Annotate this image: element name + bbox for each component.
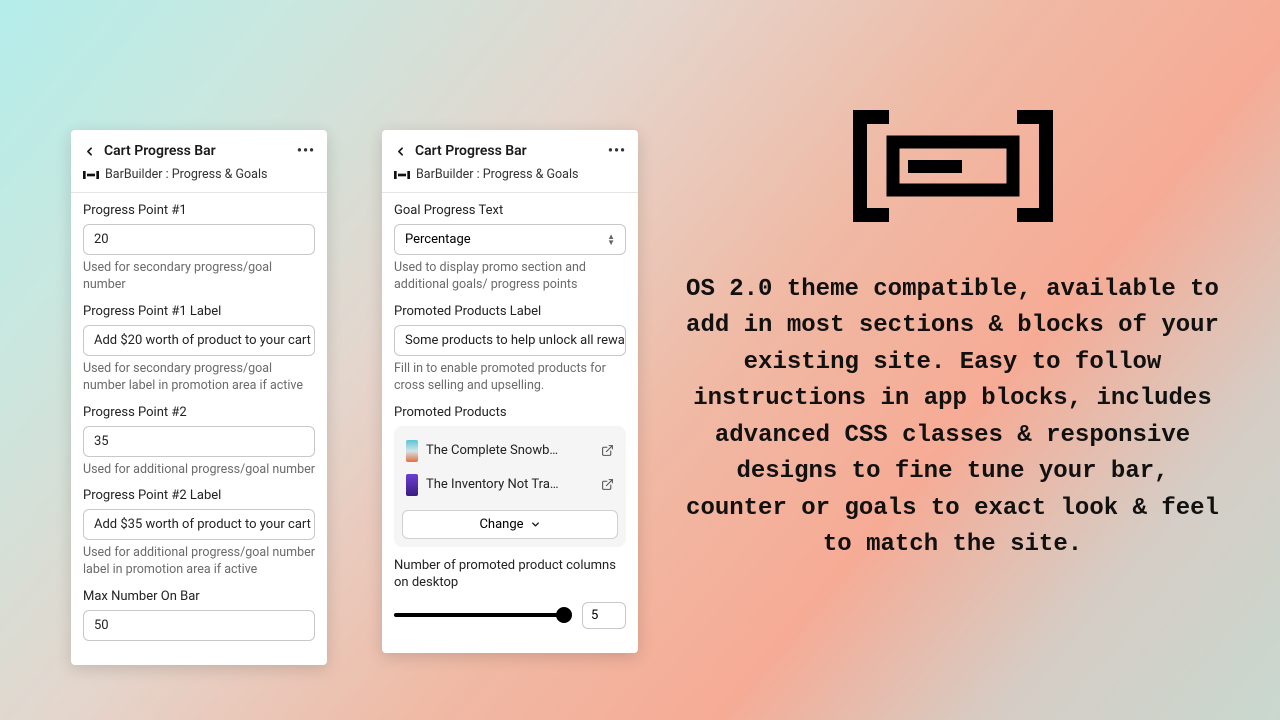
- more-icon[interactable]: •••: [608, 143, 626, 159]
- panel-header: Cart Progress Bar •••: [382, 130, 638, 165]
- progress-point-1-label-help: Used for secondary progress/goal number …: [83, 361, 315, 395]
- max-number-on-bar-label: Max Number On Bar: [83, 589, 315, 604]
- app-badge-icon: [394, 169, 410, 181]
- panel-subtitle: BarBuilder : Progress & Goals: [382, 165, 638, 192]
- columns-slider-row: 5: [394, 602, 626, 629]
- promoted-products-label: Promoted Products: [394, 405, 626, 420]
- product-name: The Complete Snowb…: [426, 443, 593, 458]
- progress-point-2-label: Progress Point #2: [83, 405, 315, 420]
- settings-panel-promoted-products: Cart Progress Bar ••• BarBuilder : Progr…: [382, 130, 638, 653]
- external-link-icon[interactable]: [601, 478, 614, 491]
- change-button-label: Change: [479, 517, 523, 532]
- progress-point-1-input[interactable]: 20: [83, 224, 315, 255]
- progress-point-1-help: Used for secondary progress/goal number: [83, 260, 315, 294]
- panel-header: Cart Progress Bar •••: [71, 130, 327, 165]
- progress-point-2-label-input[interactable]: Add $35 worth of product to your cart t: [83, 509, 315, 540]
- divider: [71, 192, 327, 193]
- goal-progress-text-label: Goal Progress Text: [394, 203, 626, 218]
- columns-label: Number of promoted product columns on de…: [394, 557, 626, 592]
- goal-progress-text-select[interactable]: Percentage ▲▼: [394, 224, 626, 255]
- columns-slider[interactable]: [394, 613, 570, 617]
- promoted-products-label-input[interactable]: Some products to help unlock all reward: [394, 325, 626, 356]
- back-icon[interactable]: [394, 145, 407, 158]
- panel-title: Cart Progress Bar: [104, 143, 297, 159]
- product-row[interactable]: The Complete Snowb…: [402, 434, 618, 468]
- panel-subtitle-text: BarBuilder : Progress & Goals: [105, 167, 267, 182]
- more-icon[interactable]: •••: [297, 143, 315, 159]
- progress-point-2-input[interactable]: 35: [83, 426, 315, 457]
- promoted-products-label-help: Fill in to enable promoted products for …: [394, 361, 626, 395]
- panel-subtitle: BarBuilder : Progress & Goals: [71, 165, 327, 192]
- goal-progress-text-value: Percentage: [405, 232, 471, 247]
- goal-progress-text-help: Used to display promo section and additi…: [394, 260, 626, 294]
- progress-point-1-label-input[interactable]: Add $20 worth of product to your cart t: [83, 325, 315, 356]
- progress-point-2-label-label: Progress Point #2 Label: [83, 488, 315, 503]
- marketing-copy: OS 2.0 theme compatible, available to ad…: [680, 110, 1225, 564]
- progress-point-2-help: Used for additional progress/goal number: [83, 462, 315, 479]
- app-badge-icon: [83, 169, 99, 181]
- change-button[interactable]: Change: [402, 510, 618, 539]
- product-thumbnail: [406, 474, 418, 496]
- progress-point-1-label-label: Progress Point #1 Label: [83, 304, 315, 319]
- progress-point-1-label: Progress Point #1: [83, 203, 315, 218]
- promoted-products-label-label: Promoted Products Label: [394, 304, 626, 319]
- divider: [382, 192, 638, 193]
- chevron-down-icon: [530, 519, 541, 530]
- product-row[interactable]: The Inventory Not Tra…: [402, 468, 618, 502]
- progress-point-2-label-help: Used for additional progress/goal number…: [83, 545, 315, 579]
- columns-value-input[interactable]: 5: [582, 602, 626, 629]
- marketing-copy-text: OS 2.0 theme compatible, available to ad…: [680, 272, 1225, 564]
- app-logo-icon: [853, 110, 1053, 234]
- external-link-icon[interactable]: [601, 444, 614, 457]
- panel-subtitle-text: BarBuilder : Progress & Goals: [416, 167, 578, 182]
- max-number-on-bar-input[interactable]: 50: [83, 610, 315, 641]
- product-name: The Inventory Not Tra…: [426, 477, 593, 492]
- settings-panel-progress-points: Cart Progress Bar ••• BarBuilder : Progr…: [71, 130, 327, 665]
- product-thumbnail: [406, 440, 418, 462]
- promoted-products-box: The Complete Snowb… The Inventory Not Tr…: [394, 426, 626, 547]
- back-icon[interactable]: [83, 145, 96, 158]
- panel-title: Cart Progress Bar: [415, 143, 608, 159]
